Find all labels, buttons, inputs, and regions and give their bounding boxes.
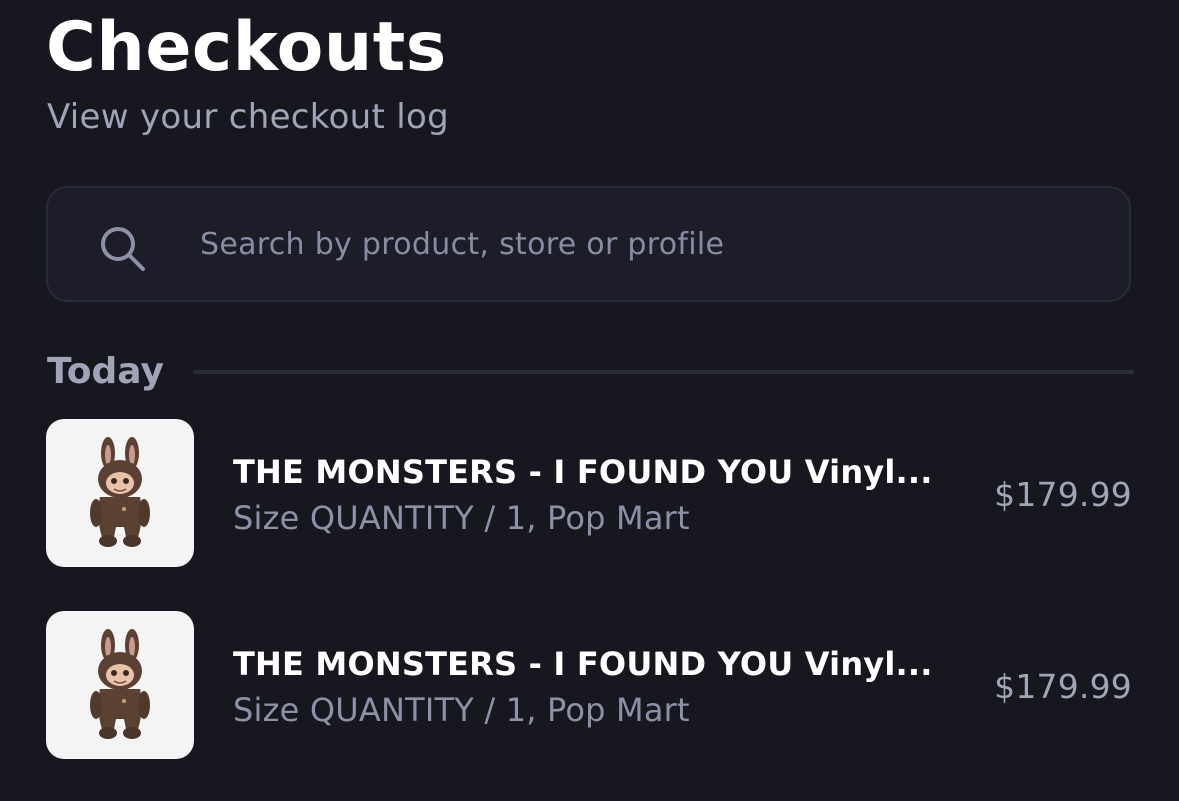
product-thumbnail — [46, 611, 194, 759]
product-thumbnail — [46, 419, 194, 567]
checkout-list-item[interactable]: THE MONSTERS - I FOUND YOU Vinyl... Size… — [46, 611, 1136, 761]
checkout-list-item[interactable]: THE MONSTERS - I FOUND YOU Vinyl... Size… — [46, 419, 1136, 569]
plush-toy-image — [90, 437, 150, 547]
section-divider — [193, 370, 1134, 374]
product-meta: Size QUANTITY / 1, Pop Mart — [233, 691, 690, 729]
product-price: $179.99 — [994, 475, 1132, 514]
product-meta: Size QUANTITY / 1, Pop Mart — [233, 499, 690, 537]
product-title: THE MONSTERS - I FOUND YOU Vinyl... — [233, 645, 933, 683]
page-title: Checkouts — [46, 8, 447, 87]
search-input[interactable] — [198, 208, 1082, 280]
product-price: $179.99 — [994, 667, 1132, 706]
section-header-today: Today — [47, 351, 164, 392]
page-subtitle: View your checkout log — [47, 97, 449, 137]
search-icon — [101, 227, 145, 271]
plush-toy-image — [90, 629, 150, 739]
product-title: THE MONSTERS - I FOUND YOU Vinyl... — [233, 453, 933, 491]
search-bar[interactable] — [46, 186, 1131, 302]
